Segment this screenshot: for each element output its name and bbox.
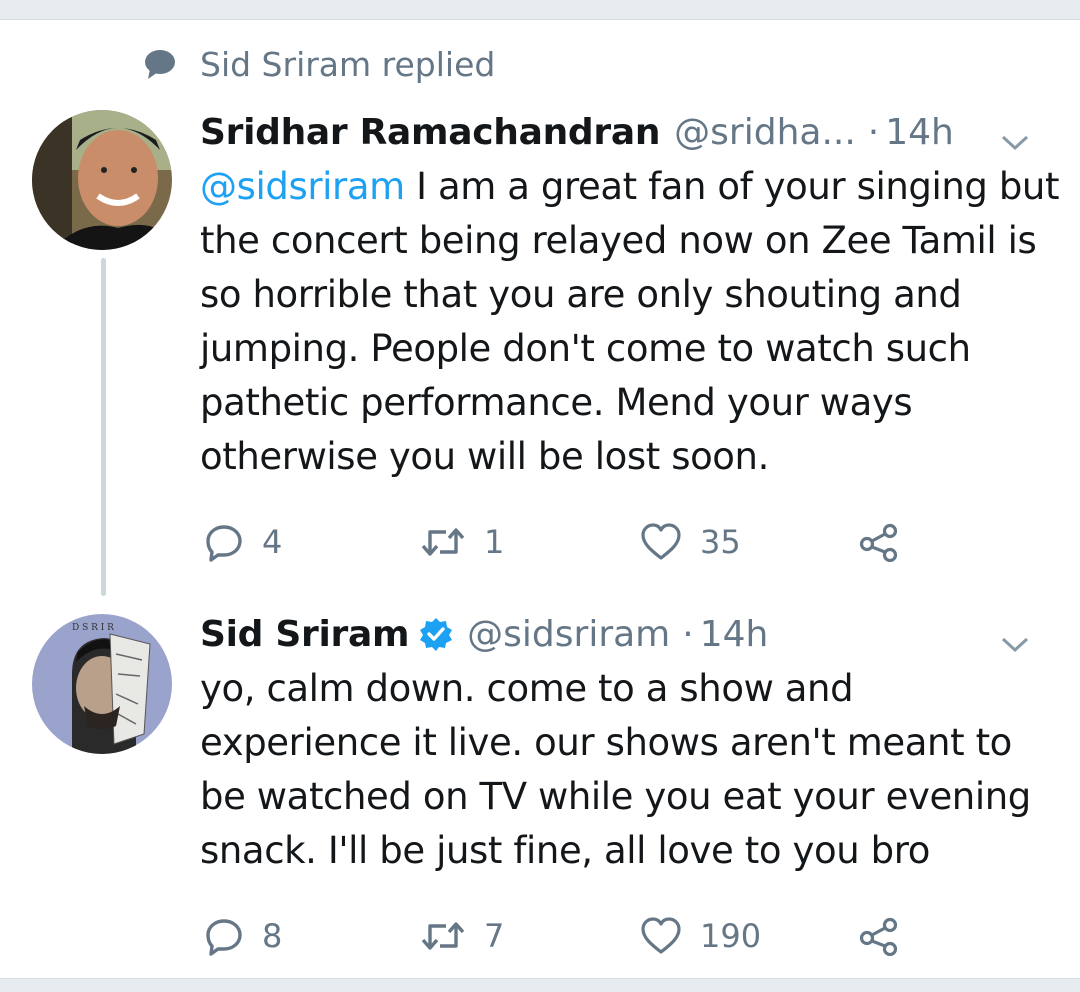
- chevron-down-icon[interactable]: [1000, 120, 1030, 161]
- display-name[interactable]: Sid Sriram: [200, 614, 409, 655]
- display-name[interactable]: Sridhar Ramachandran: [200, 112, 660, 153]
- tweet-text: @sidsriram I am a great fan of your sing…: [200, 160, 1060, 484]
- like-count: 190: [700, 917, 762, 955]
- share-button[interactable]: [858, 512, 900, 572]
- speech-bubble-icon: [142, 47, 178, 81]
- tweet-header: Sridhar Ramachandran @sridha... · 14h: [200, 104, 1060, 160]
- bottom-separator: [0, 978, 1080, 992]
- chevron-down-icon[interactable]: [1000, 622, 1030, 663]
- tweet-actions: 8 7 190: [200, 906, 1060, 966]
- share-button[interactable]: [858, 906, 900, 966]
- retweet-count: 1: [484, 523, 505, 561]
- reply-context-text: Sid Sriram replied: [200, 44, 496, 84]
- svg-text:D S R I R: D S R I R: [72, 623, 114, 633]
- reply-button[interactable]: 4: [204, 512, 282, 572]
- separator-dot: ·: [867, 111, 880, 153]
- reply-button[interactable]: 8: [204, 906, 282, 966]
- tweet[interactable]: Sridhar Ramachandran @sridha... · 14h @s…: [200, 104, 1060, 572]
- heart-icon: [640, 916, 682, 956]
- retweet-icon: [420, 918, 466, 954]
- top-separator: [0, 0, 1080, 20]
- like-count: 35: [700, 523, 741, 561]
- heart-icon: [640, 522, 682, 562]
- share-icon: [858, 522, 900, 562]
- timestamp[interactable]: 14h: [700, 614, 769, 655]
- verified-badge-icon: [419, 617, 453, 651]
- share-icon: [858, 916, 900, 956]
- tweet-body: I am a great fan of your singing but the…: [200, 165, 1060, 478]
- like-button[interactable]: 35: [640, 512, 741, 572]
- tweet-header: Sid Sriram @sidsriram · 14h: [200, 606, 1060, 662]
- reply-icon: [204, 916, 244, 956]
- thread-connector-line: [101, 258, 106, 596]
- retweet-count: 7: [484, 917, 505, 955]
- avatar[interactable]: [32, 110, 172, 250]
- tweet[interactable]: Sid Sriram @sidsriram · 14h yo, calm dow…: [200, 606, 1060, 966]
- timestamp[interactable]: 14h: [885, 112, 954, 153]
- tweet-actions: 4 1 35: [200, 512, 1060, 572]
- user-handle[interactable]: @sidsriram: [467, 614, 670, 655]
- user-handle[interactable]: @sridha...: [674, 112, 856, 153]
- tweet-text: yo, calm down. come to a show and experi…: [200, 667, 1031, 872]
- retweet-button[interactable]: 7: [420, 906, 504, 966]
- mention-link[interactable]: @sidsriram: [200, 165, 405, 208]
- avatar[interactable]: D S R I R: [32, 614, 172, 754]
- reply-context: Sid Sriram replied: [142, 42, 495, 86]
- reply-icon: [204, 522, 244, 562]
- reply-count: 4: [262, 523, 283, 561]
- retweet-button[interactable]: 1: [420, 512, 504, 572]
- separator-dot: ·: [682, 613, 694, 655]
- like-button[interactable]: 190: [640, 906, 761, 966]
- retweet-icon: [420, 524, 466, 560]
- reply-count: 8: [262, 917, 283, 955]
